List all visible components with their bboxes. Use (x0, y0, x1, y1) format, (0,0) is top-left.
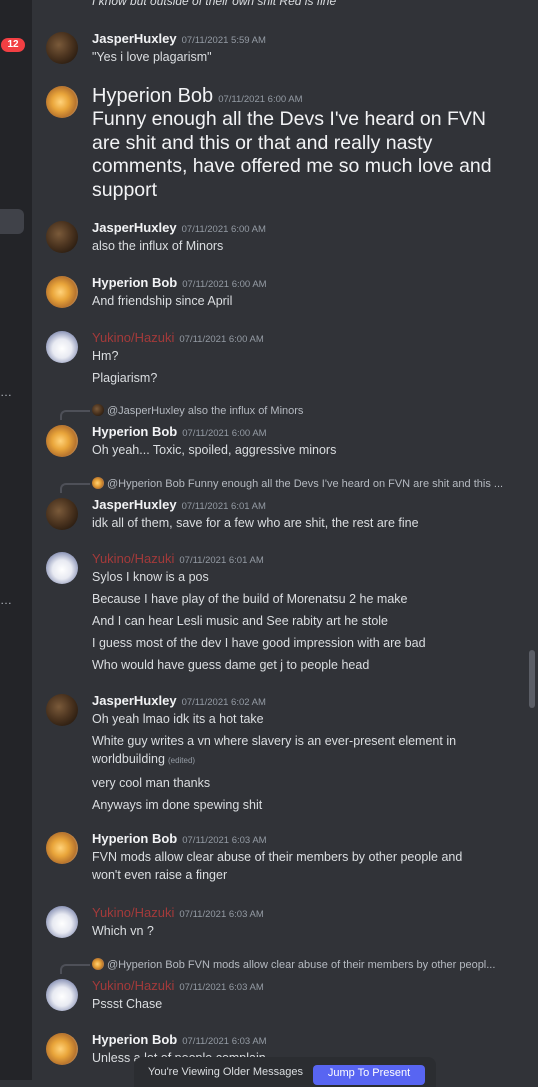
author-name[interactable]: JasperHuxley (92, 31, 177, 46)
avatar[interactable] (46, 331, 78, 363)
avatar[interactable] (46, 276, 78, 308)
message-text: Pssst Chase (92, 997, 163, 1011)
reply-snippet: FVN mods allow clear abuse of their memb… (187, 959, 496, 971)
truncated-channel-label[interactable]: … (0, 593, 13, 607)
edited-label: (edited) (167, 756, 196, 765)
timestamp: 07/11/2021 6:00 AM (182, 279, 267, 290)
message-text: Hm? (92, 349, 119, 363)
avatar[interactable] (46, 552, 78, 584)
timestamp: 07/11/2021 6:02 AM (181, 697, 266, 708)
message-list[interactable]: I know but outside of their own shit Red… (32, 0, 538, 1080)
message-text: Funny enough all the Devs I've heard on … (92, 108, 486, 130)
reply-preview[interactable]: @JasperHuxley also the influx of Minors (92, 403, 528, 419)
reply-avatar (92, 477, 104, 489)
avatar[interactable] (46, 832, 78, 864)
timestamp: 07/11/2021 6:03 AM (179, 909, 264, 920)
message-text: Oh yeah... Toxic, spoiled, aggressive mi… (92, 443, 337, 457)
message-text: Anyways im done spewing shit (92, 798, 263, 812)
avatar[interactable] (46, 86, 78, 118)
message-text: very cool man thanks (92, 776, 211, 790)
message-text: And friendship since April (92, 294, 233, 308)
reply-mention[interactable]: @Hyperion Bob (107, 478, 185, 490)
selected-channel-pill[interactable] (0, 209, 24, 234)
reply-mention[interactable]: @JasperHuxley (107, 405, 185, 417)
timestamp: 07/11/2021 6:00 AM (182, 428, 267, 439)
author-name[interactable]: Hyperion Bob (92, 85, 213, 107)
author-name[interactable]: Yukino/Hazuki (92, 330, 174, 345)
author-name[interactable]: Yukino/Hazuki (92, 905, 174, 920)
message-text: Which vn ? (92, 924, 154, 938)
timestamp: 07/11/2021 6:01 AM (179, 555, 264, 566)
timestamp: 07/11/2021 5:59 AM (181, 35, 266, 46)
author-name[interactable]: Hyperion Bob (92, 1032, 177, 1047)
timestamp: 07/11/2021 6:00 AM (179, 334, 264, 345)
avatar[interactable] (46, 1033, 78, 1065)
message-text: I guess most of the dev I have good impr… (92, 636, 426, 650)
avatar[interactable] (46, 979, 78, 1011)
message-text: White guy writes a vn where slavery is a… (92, 734, 457, 748)
author-name[interactable]: JasperHuxley (92, 497, 177, 512)
author-name[interactable]: Hyperion Bob (92, 275, 177, 290)
partial-message-text: I know but outside of their own shit Red… (92, 0, 337, 8)
reply-connector (60, 483, 90, 493)
message-text: are shit and this or that and really nas… (92, 131, 433, 154)
message-text: FVN mods allow clear abuse of their memb… (92, 850, 463, 864)
avatar[interactable] (46, 425, 78, 457)
message-text: And I can hear Lesli music and See rabit… (92, 614, 388, 628)
author-name[interactable]: Yukino/Hazuki (92, 978, 174, 993)
message-text: Oh yeah lmao idk its a hot take (92, 712, 264, 726)
unread-badge[interactable]: 12 (1, 38, 25, 52)
timestamp: 07/11/2021 6:03 AM (182, 1036, 267, 1047)
reply-snippet: also the influx of Minors (187, 405, 304, 417)
reply-snippet: Funny enough all the Devs I've heard on … (187, 478, 504, 490)
message-text: Plagiarism? (92, 371, 158, 385)
author-name[interactable]: JasperHuxley (92, 693, 177, 708)
timestamp: 07/11/2021 6:01 AM (181, 501, 266, 512)
message-text: Who would have guess dame get j to peopl… (92, 658, 370, 672)
message-text: also the influx of Minors (92, 239, 224, 253)
message-text: "Yes i love plagarism" (92, 50, 212, 64)
truncated-channel-label[interactable]: … (0, 385, 13, 399)
reply-avatar (92, 958, 104, 970)
author-name[interactable]: Hyperion Bob (92, 424, 177, 439)
message-text: won't even raise a finger (92, 868, 228, 882)
message-text: worldbuilding (92, 752, 165, 766)
older-messages-bar: You're Viewing Older Messages Jump To Pr… (134, 1057, 436, 1087)
scrollbar-thumb[interactable] (529, 650, 535, 708)
message-text: comments, have offered me so much love a… (92, 155, 492, 177)
reply-preview[interactable]: @Hyperion Bob FVN mods allow clear abuse… (92, 957, 528, 973)
author-name[interactable]: JasperHuxley (92, 220, 177, 235)
timestamp: 07/11/2021 6:03 AM (182, 835, 267, 846)
timestamp: 07/11/2021 6:00 AM (218, 94, 303, 105)
avatar[interactable] (46, 498, 78, 530)
avatar[interactable] (46, 694, 78, 726)
reply-connector (60, 410, 90, 420)
older-messages-text: You're Viewing Older Messages (148, 1066, 303, 1078)
author-name[interactable]: Yukino/Hazuki (92, 551, 174, 566)
avatar[interactable] (46, 221, 78, 253)
message-text: support (92, 178, 158, 201)
author-name[interactable]: Hyperion Bob (92, 831, 177, 846)
message-text: idk all of them, save for a few who are … (92, 516, 419, 530)
reply-avatar (92, 404, 104, 416)
reply-preview[interactable]: @Hyperion Bob Funny enough all the Devs … (92, 476, 528, 492)
timestamp: 07/11/2021 6:00 AM (181, 224, 266, 235)
jump-to-present-button[interactable]: Jump To Present (313, 1065, 425, 1085)
server-sidebar: 12 … … (0, 0, 32, 1080)
avatar[interactable] (46, 906, 78, 938)
reply-mention[interactable]: @Hyperion Bob (107, 959, 185, 971)
message-text: Because I have play of the build of More… (92, 592, 408, 606)
message-text: Sylos I know is a pos (92, 570, 209, 584)
avatar[interactable] (46, 32, 78, 64)
timestamp: 07/11/2021 6:03 AM (179, 982, 264, 993)
reply-connector (60, 964, 90, 974)
